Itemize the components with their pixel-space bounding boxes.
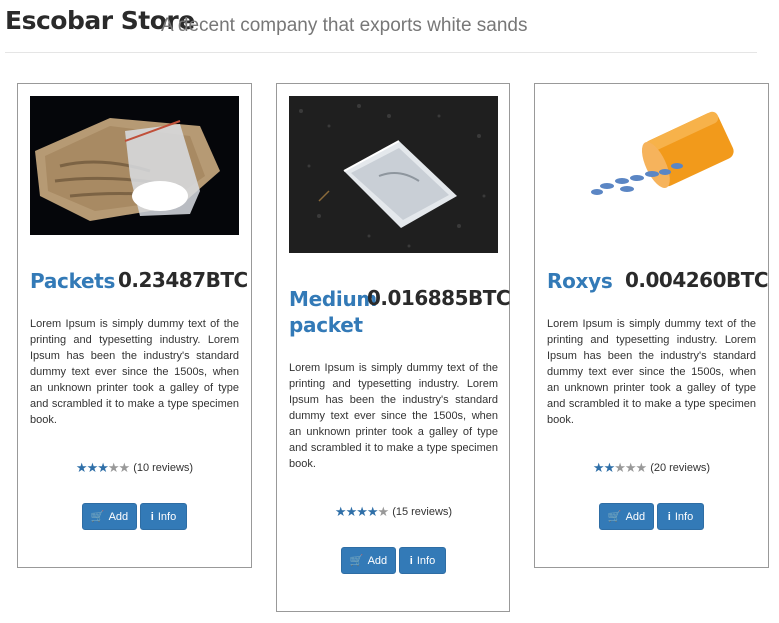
- product-image: [30, 96, 239, 235]
- info-button[interactable]: i Info: [140, 503, 187, 530]
- star-filled-icon: ★: [366, 504, 379, 519]
- product-price: 0.004260BTC: [625, 268, 769, 292]
- star-filled-icon: ★: [356, 504, 368, 519]
- review-count: (20 reviews): [650, 462, 711, 474]
- product-image: [547, 96, 756, 235]
- add-label: Add: [108, 510, 129, 523]
- star-empty-icon: ★: [377, 504, 390, 519]
- product-price: 0.016885BTC: [367, 286, 511, 310]
- star-filled-icon: ★: [603, 460, 616, 475]
- product-description: Lorem Ipsum is simply dummy text of the …: [30, 318, 239, 426]
- product-description: Lorem Ipsum is simply dummy text of the …: [547, 318, 756, 426]
- rating-stars: ★★★★★: [75, 460, 131, 476]
- star-filled-icon: ★: [592, 460, 605, 475]
- rating-stars: ★★★★★: [592, 460, 648, 476]
- star-filled-icon: ★: [334, 504, 347, 519]
- add-label: Add: [367, 554, 388, 567]
- info-label: Info: [674, 510, 694, 523]
- product-rating: ★★★★★ (20 reviews): [547, 460, 756, 476]
- add-button[interactable]: 🛒 Add: [341, 547, 396, 574]
- info-label: Info: [416, 554, 436, 567]
- info-button[interactable]: i Info: [399, 547, 446, 574]
- add-label: Add: [625, 510, 646, 523]
- review-count: (15 reviews): [392, 506, 453, 518]
- baggie-on-asphalt-image: [289, 96, 498, 253]
- star-empty-icon: ★: [635, 460, 648, 475]
- info-icon: i: [667, 510, 671, 523]
- rating-stars: ★★★★★: [334, 504, 390, 520]
- info-icon: i: [409, 554, 413, 567]
- add-button[interactable]: 🛒 Add: [599, 503, 654, 530]
- product-name[interactable]: Medium packet: [289, 286, 377, 338]
- product-rating: ★★★★★ (15 reviews): [289, 504, 498, 520]
- page-header: Escobar Store A decent company that expo…: [5, 6, 757, 53]
- info-icon: i: [150, 510, 154, 523]
- product-rating: ★★★★★ (10 reviews): [30, 460, 239, 476]
- info-button[interactable]: i Info: [657, 503, 704, 530]
- star-empty-icon: ★: [624, 460, 637, 475]
- add-button[interactable]: 🛒 Add: [82, 503, 137, 530]
- product-image: [289, 96, 498, 253]
- product-card-medium-packet: Medium packet 0.016885BTC Lorem Ipsum is…: [276, 83, 511, 612]
- product-price: 0.23487BTC: [118, 268, 248, 292]
- product-card-roxys: Roxys 0.004260BTC Lorem Ipsum is simply …: [534, 83, 769, 568]
- info-label: Info: [157, 510, 177, 523]
- wrapped-packet-image: [30, 96, 239, 235]
- star-empty-icon: ★: [118, 460, 131, 475]
- star-filled-icon: ★: [345, 504, 358, 519]
- star-filled-icon: ★: [75, 460, 88, 475]
- cart-icon: 🛒: [90, 511, 105, 523]
- star-empty-icon: ★: [107, 460, 120, 475]
- star-filled-icon: ★: [97, 460, 109, 475]
- cart-icon: 🛒: [349, 555, 364, 567]
- star-filled-icon: ★: [86, 460, 99, 475]
- product-description: Lorem Ipsum is simply dummy text of the …: [289, 362, 498, 470]
- brand-tagline: A decent company that exports white sand…: [161, 15, 528, 36]
- pill-bottle-image: [547, 96, 756, 235]
- product-card-packets: Packets 0.23487BTC Lorem Ipsum is simply…: [17, 83, 252, 568]
- star-empty-icon: ★: [614, 460, 626, 475]
- review-count: (10 reviews): [133, 462, 194, 474]
- cart-icon: 🛒: [607, 511, 622, 523]
